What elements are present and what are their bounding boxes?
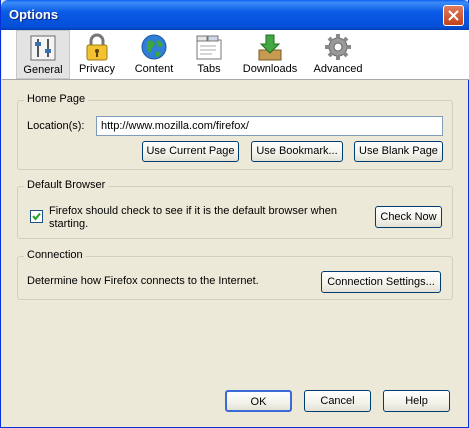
default-browser-check-text-line1: Firefox should check to see if it is the… [49,205,337,217]
tab-content-label: Content [134,63,174,75]
connection-settings-button[interactable]: Connection Settings... [321,271,441,293]
window-title: Options [9,7,59,22]
category-toolbar: General Privacy Content Tabs Downloads A… [2,30,469,80]
tab-downloads[interactable]: Downloads [238,30,302,79]
checkmark-icon [32,212,41,221]
privacy-lock-icon [86,33,108,61]
general-icon [30,35,56,61]
default-browser-group-title: Default Browser [24,179,109,191]
title-bar[interactable]: Options [1,0,469,30]
home-page-group: Home Page Location(s): Use Current Page … [17,93,453,170]
tab-privacy[interactable]: Privacy [72,30,122,79]
use-bookmark-button[interactable]: Use Bookmark... [251,141,343,162]
connection-group: Connection Determine how Firefox connect… [17,249,453,300]
tab-tabs[interactable]: Tabs [187,30,231,79]
connection-group-title: Connection [24,249,86,261]
tab-advanced[interactable]: Advanced [308,30,368,79]
tab-general[interactable]: General [16,30,70,79]
tabs-icon [196,35,222,60]
check-now-button[interactable]: Check Now [375,206,442,228]
default-browser-checkbox[interactable] [30,210,43,223]
connection-description: Determine how Firefox connects to the In… [27,275,259,287]
cancel-button[interactable]: Cancel [304,390,371,412]
close-button[interactable] [443,5,464,26]
default-browser-group: Default Browser Firefox should check to … [17,179,453,239]
tab-privacy-label: Privacy [78,63,116,75]
help-button[interactable]: Help [383,390,450,412]
home-page-location-input[interactable] [96,116,443,136]
use-current-page-button[interactable]: Use Current Page [142,141,239,162]
default-browser-check-text-line2: starting. [49,218,89,230]
location-label: Location(s): [27,120,85,132]
tab-advanced-label: Advanced [313,63,363,75]
advanced-gear-icon [325,34,351,60]
tab-general-label: General [23,64,63,76]
tab-downloads-label: Downloads [242,63,298,75]
close-icon [448,10,459,21]
home-page-group-title: Home Page [24,93,89,105]
downloads-icon [258,34,282,61]
ok-button[interactable]: OK [225,390,292,412]
tab-tabs-label: Tabs [197,63,221,75]
content-globe-icon [141,34,167,60]
use-blank-page-button[interactable]: Use Blank Page [354,141,443,162]
tab-content[interactable]: Content [126,30,182,79]
options-window: Options General Privacy Content Tabs Dow… [0,0,469,428]
